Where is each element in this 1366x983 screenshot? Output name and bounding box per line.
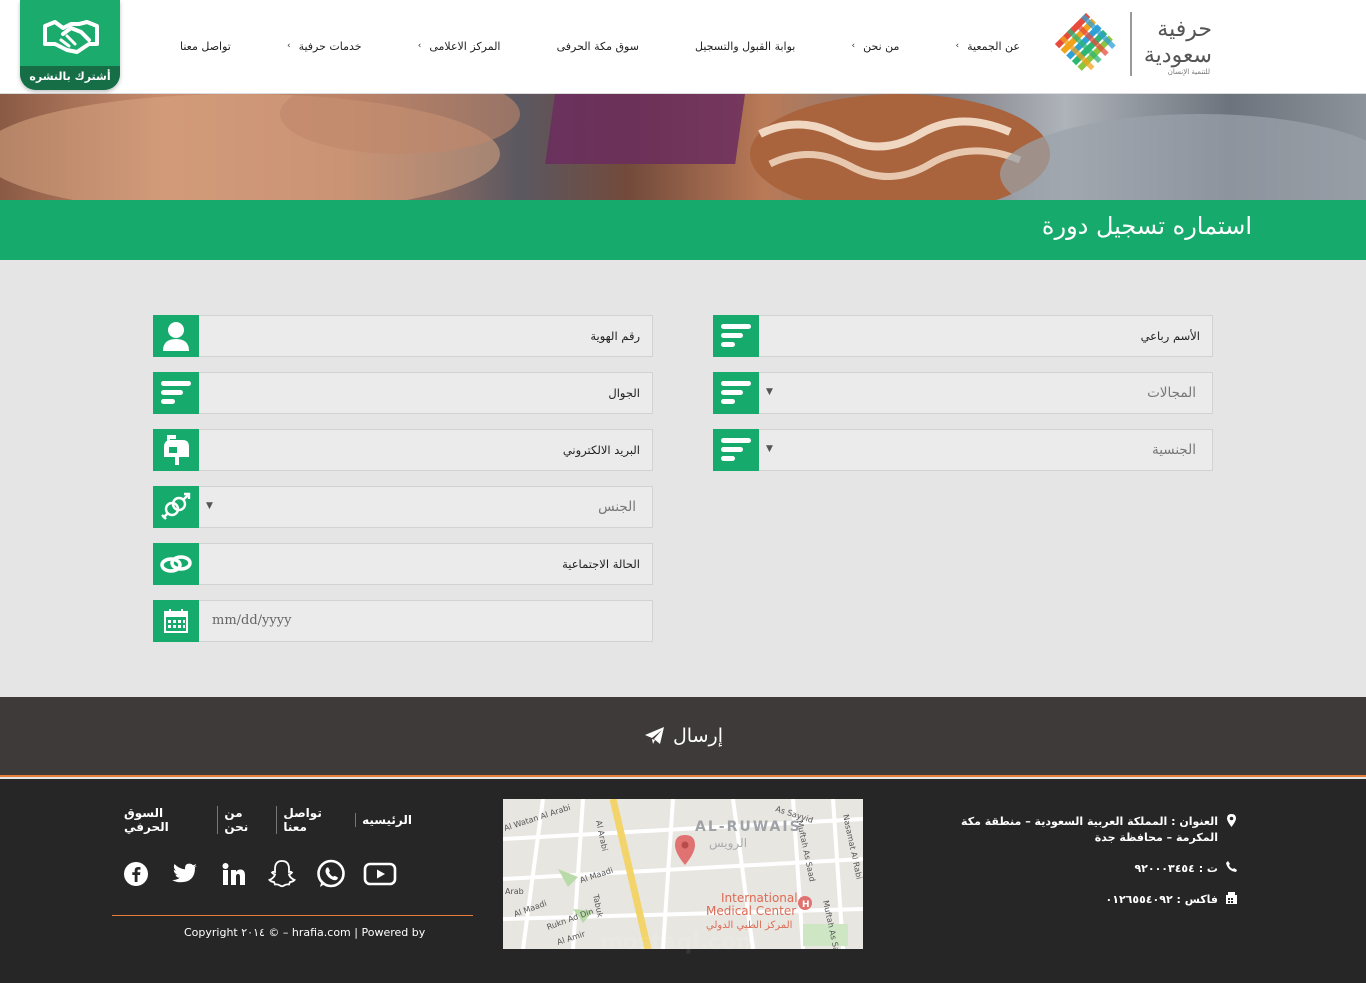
svg-text:International: International (721, 891, 798, 905)
nav-item-label: عن الجمعية (967, 39, 1020, 53)
nav-media-center[interactable]: المركز الاعلامى ‹ (418, 40, 501, 53)
location-pin-icon (1224, 814, 1238, 832)
mobile-label: الجوال (608, 386, 640, 400)
id-number-label: رقم الهوية (590, 329, 640, 343)
nav-contact-us[interactable]: تواصل معنا (180, 40, 231, 53)
user-icon (153, 315, 199, 357)
lines-icon (713, 429, 759, 471)
nav-item-label: خدمات حرفية (298, 39, 362, 53)
phone-row: ت : ٩٢٠٠٠٣٤٥٤ (918, 861, 1238, 877)
nationality-select[interactable]: ▼ الجنسية (713, 429, 1213, 471)
watermark-text: mostaql.com (600, 930, 760, 955)
footer-link-home[interactable]: الرئيسيه (355, 813, 418, 827)
fax-icon (1224, 892, 1238, 909)
nav-admission-portal[interactable]: بوابة القبول والتسجيل (695, 40, 795, 53)
snapchat-icon[interactable] (264, 856, 300, 892)
address-text: العنوان : المملكة العربية السعودية – منط… (961, 815, 1218, 844)
marital-status-field[interactable]: الحالة الاجتماعية (153, 543, 653, 585)
date-field[interactable]: mm/dd/yyyy (153, 600, 653, 642)
nav-about-association[interactable]: عن الجمعية ‹ (956, 40, 1020, 53)
nav-item-label: تواصل معنا (180, 39, 231, 53)
full-name-label: الأسم رباعي (1140, 329, 1200, 343)
marital-status-label: الحالة الاجتماعية (562, 557, 640, 571)
contact-info: العنوان : المملكة العربية السعودية – منط… (918, 814, 1238, 924)
send-icon (645, 727, 664, 744)
facebook-icon[interactable] (118, 856, 154, 892)
email-field[interactable]: البريد الالكتروني (153, 429, 653, 471)
fields-select-value: المجالات (1147, 385, 1196, 401)
location-map[interactable]: H AL-RUWAIS الرويس International Medical… (503, 799, 863, 949)
footer-link-market[interactable]: السوق الحرفي (118, 806, 217, 834)
lines-icon (153, 372, 199, 414)
email-label: البريد الالكتروني (562, 443, 640, 457)
chevron-left-icon: ‹ (851, 41, 856, 51)
gender-icon (153, 486, 199, 528)
social-links (118, 854, 398, 894)
rings-icon (153, 543, 199, 585)
hero-banner-image (0, 94, 1366, 200)
footer-links: الرئيسيه تواصل معنا من نحن السوق الحرفي (118, 806, 418, 834)
svg-text:حرفية: حرفية (1157, 17, 1212, 42)
calendar-icon (153, 600, 199, 642)
phone-icon (1224, 861, 1238, 877)
nav-craft-services[interactable]: خدمات حرفية ‹ (287, 40, 362, 53)
address-row: العنوان : المملكة العربية السعودية – منط… (918, 814, 1238, 846)
logo-mark-icon (1054, 12, 1116, 71)
chevron-left-icon: ‹ (417, 41, 422, 51)
footer-divider (112, 915, 473, 916)
footer-link-about[interactable]: من نحن (217, 806, 276, 834)
chevron-down-icon: ▼ (766, 444, 773, 454)
nav-makkah-market[interactable]: سوق مكة الحرفى (557, 40, 639, 53)
subscribe-label: أشترك بالنشره (20, 66, 120, 90)
id-number-field[interactable]: رقم الهوية (153, 315, 653, 357)
whatsapp-icon[interactable] (313, 856, 349, 892)
full-name-field[interactable]: الأسم رباعي (713, 315, 1213, 357)
site-header: أشترك بالنشره عن الجمعية ‹ من نحن ‹ بوابة ال… (0, 0, 1366, 94)
submit-button[interactable]: إرسال (645, 721, 723, 751)
svg-text:سعودية: سعودية (1144, 43, 1212, 68)
phone-text[interactable]: ت : ٩٢٠٠٠٣٤٥٤ (1134, 861, 1218, 877)
chevron-left-icon: ‹ (286, 41, 291, 51)
svg-text:H: H (802, 900, 810, 910)
svg-text:الرويس: الرويس (709, 836, 747, 851)
chevron-down-icon: ▼ (206, 501, 213, 511)
nationality-select-value: الجنسية (1151, 442, 1196, 458)
chevron-down-icon: ▼ (766, 387, 773, 397)
linkedin-icon[interactable] (216, 856, 252, 892)
gender-select-value: الجنس (598, 499, 636, 515)
twitter-icon[interactable] (167, 856, 203, 892)
submit-label: إرسال (673, 725, 723, 747)
subscribe-newsletter-button[interactable]: أشترك بالنشره (20, 0, 120, 90)
youtube-icon[interactable] (362, 856, 398, 892)
gender-select[interactable]: ▼ الجنس (153, 486, 653, 528)
svg-text:AL-RUWAIS: AL-RUWAIS (695, 819, 802, 835)
main-nav: عن الجمعية ‹ من نحن ‹ بوابة القبول والتسجيل س… (180, 35, 1020, 57)
nav-about-us[interactable]: من نحن ‹ (851, 40, 899, 53)
lines-icon (713, 315, 759, 357)
copyright-text: Copyright ٢٠١٤ © – hrafia.com | Powered … (184, 926, 426, 939)
nav-item-label: المركز الاعلامى (429, 39, 501, 53)
mailbox-icon (153, 429, 199, 471)
date-input-placeholder: mm/dd/yyyy (212, 613, 292, 628)
svg-text:Medical Center: Medical Center (706, 904, 796, 918)
page-title: استماره تسجيل دورة (1041, 212, 1252, 240)
mobile-field[interactable]: الجوال (153, 372, 653, 414)
fax-row: فاكس : ٠١٢٦٥٥٤٠٩٢ (918, 892, 1238, 909)
lines-icon (713, 372, 759, 414)
page-title-bar: استماره تسجيل دورة (0, 200, 1366, 260)
submit-bar: إرسال (0, 697, 1366, 777)
footer-link-contact[interactable]: تواصل معنا (276, 806, 355, 834)
nav-item-label: من نحن (863, 39, 900, 53)
chevron-left-icon: ‹ (955, 41, 960, 51)
fields-select[interactable]: ▼ المجالات (713, 372, 1213, 414)
nav-item-label: سوق مكة الحرفى (556, 39, 639, 53)
svg-text:Arab: Arab (505, 887, 524, 896)
handshake-icon (43, 20, 99, 54)
svg-text:للتنمية الإنسان: للتنمية الإنسان (1168, 68, 1210, 76)
site-logo[interactable]: حرفية سعودية للتنمية الإنسان (1052, 8, 1222, 80)
fax-text: فاكس : ٠١٢٦٥٥٤٠٩٢ (1105, 893, 1218, 906)
nav-item-label: بوابة القبول والتسجيل (695, 39, 796, 53)
